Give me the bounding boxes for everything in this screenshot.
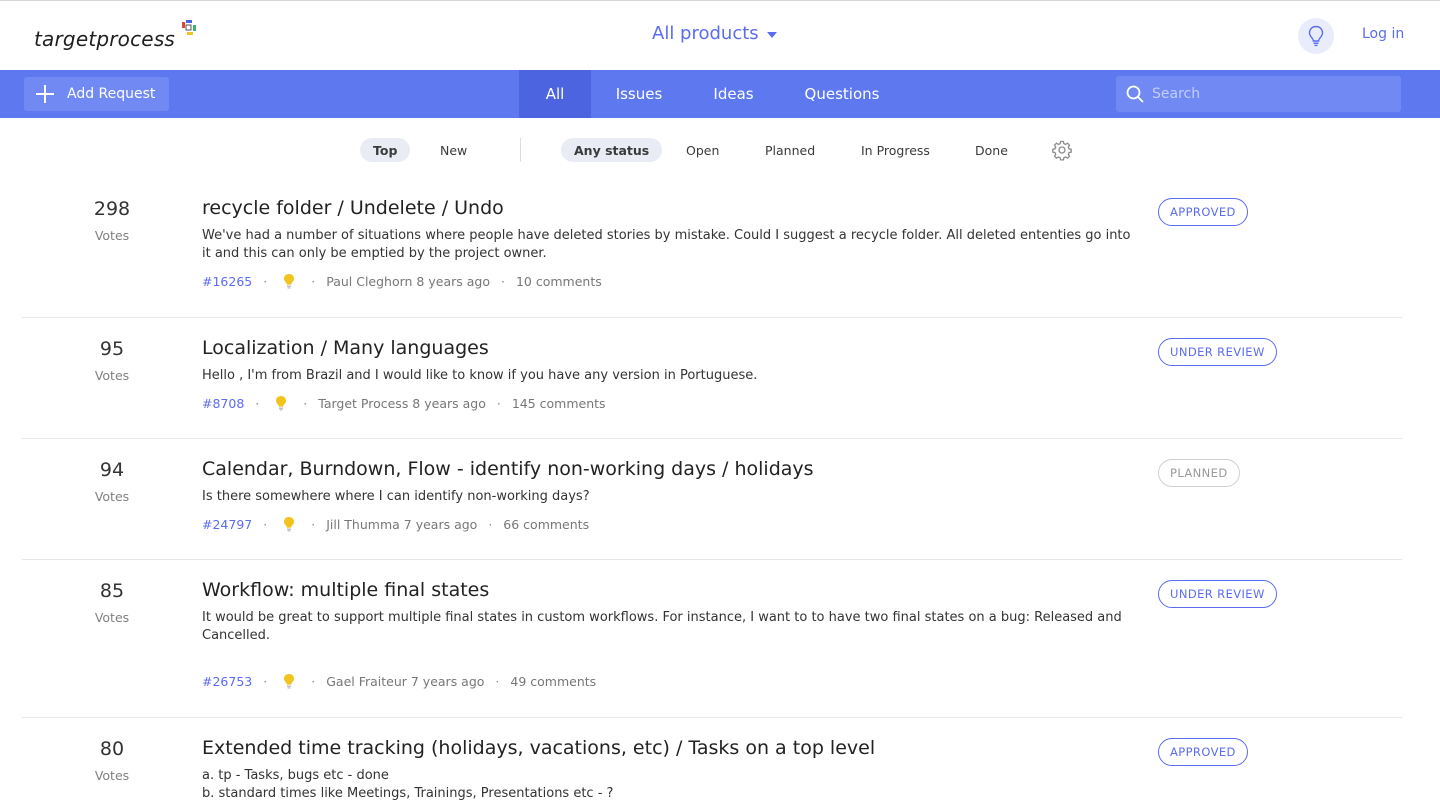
- request-description: Hello , I'm from Brazil and I would like…: [202, 368, 758, 383]
- sort-top[interactable]: Top: [360, 138, 411, 162]
- vote-number: 94: [99, 459, 125, 481]
- search-icon: [1126, 85, 1144, 103]
- lightbulb-icon: [1308, 25, 1324, 47]
- request-meta: #16265 · · Paul Cleghorn 8 years ago · 1…: [202, 273, 602, 289]
- idea-bulb-icon: [284, 674, 295, 689]
- tab-questions[interactable]: Questions: [794, 70, 890, 118]
- ideas-bulb-button[interactable]: [1298, 18, 1334, 54]
- vote-number: 80: [99, 738, 125, 760]
- description-line: a. tp - Tasks, bugs etc - done: [202, 768, 389, 783]
- main-navbar: Add Request All Issues Ideas Questions: [0, 70, 1440, 118]
- request-description: It would be great to support multiple fi…: [202, 610, 1122, 643]
- request-description: a. tp - Tasks, bugs etc - done b. standa…: [202, 767, 1142, 800]
- request-meta: #24797 · · Jill Thumma 7 years ago · 66 …: [202, 516, 590, 532]
- idea-bulb-icon: [276, 396, 287, 411]
- status-badge: PLANNED: [1158, 459, 1240, 487]
- vote-label: Votes: [94, 228, 130, 243]
- status-badge: UNDER REVIEW: [1158, 338, 1277, 366]
- top-header: targetprocess All products Log in: [0, 0, 1440, 70]
- request-item[interactable]: 94 Votes Calendar, Burndown, Flow - iden…: [22, 439, 1402, 560]
- gear-icon[interactable]: [1051, 139, 1073, 161]
- filter-bar: Top New Any status Open Planned In Progr…: [0, 136, 1440, 164]
- request-id-link[interactable]: #8708: [202, 396, 244, 411]
- add-request-label: Add Request: [67, 86, 156, 102]
- vote-count[interactable]: 85 Votes: [72, 580, 152, 625]
- vote-number: 95: [99, 338, 125, 360]
- request-item[interactable]: 95 Votes Localization / Many languages H…: [22, 318, 1402, 439]
- author-time: Gael Fraiteur 7 years ago: [326, 673, 485, 689]
- request-item[interactable]: 298 Votes recycle folder / Undelete / Un…: [22, 184, 1402, 318]
- targetprocess-logo[interactable]: targetprocess: [34, 20, 201, 51]
- request-meta: #26753 · · Gael Fraiteur 7 years ago · 4…: [202, 673, 597, 689]
- comments-count[interactable]: 10 comments: [516, 274, 602, 289]
- request-description: Is there somewhere where I can identify …: [202, 489, 590, 504]
- vote-number: 85: [99, 580, 125, 602]
- author-time: Target Process 8 years ago: [318, 395, 486, 411]
- vote-label: Votes: [94, 768, 130, 783]
- status-any[interactable]: Any status: [561, 138, 663, 162]
- idea-bulb-icon: [284, 274, 295, 289]
- vote-count[interactable]: 298 Votes: [72, 198, 152, 243]
- logo-mark-icon: [182, 20, 197, 35]
- comments-count[interactable]: 66 comments: [503, 517, 589, 532]
- request-meta: #8708 · · Target Process 8 years ago · 1…: [202, 395, 606, 411]
- add-request-button[interactable]: Add Request: [24, 77, 169, 111]
- request-description: We've had a number of situations where p…: [202, 228, 1131, 261]
- status-done[interactable]: Done: [962, 138, 1021, 162]
- search-input[interactable]: [1152, 86, 1392, 102]
- status-open[interactable]: Open: [673, 138, 732, 162]
- status-planned[interactable]: Planned: [752, 138, 828, 162]
- vote-number: 298: [93, 198, 131, 220]
- request-title[interactable]: Calendar, Burndown, Flow - identify non-…: [202, 458, 1142, 480]
- tab-all[interactable]: All: [519, 70, 591, 118]
- vote-count[interactable]: 80 Votes: [72, 738, 152, 783]
- request-title[interactable]: Extended time tracking (holidays, vacati…: [202, 737, 1142, 759]
- vote-label: Votes: [94, 489, 130, 504]
- description-line: b. standard times like Meetings, Trainin…: [202, 786, 614, 800]
- vote-label: Votes: [94, 368, 130, 383]
- tab-ideas[interactable]: Ideas: [700, 70, 767, 118]
- request-title[interactable]: recycle folder / Undelete / Undo: [202, 197, 1142, 219]
- idea-bulb-icon: [284, 517, 295, 532]
- sort-new[interactable]: New: [427, 138, 480, 162]
- caret-down-icon: [766, 31, 777, 38]
- vote-count[interactable]: 95 Votes: [72, 338, 152, 383]
- request-id-link[interactable]: #24797: [202, 517, 252, 532]
- search-box[interactable]: [1116, 76, 1401, 112]
- request-item[interactable]: 85 Votes Workflow: multiple final states…: [22, 560, 1402, 718]
- author-time: Jill Thumma 7 years ago: [326, 516, 478, 532]
- plus-icon: [36, 85, 54, 103]
- request-title[interactable]: Workflow: multiple final states: [202, 579, 1142, 601]
- author-time: Paul Cleghorn 8 years ago: [326, 273, 490, 289]
- request-title[interactable]: Localization / Many languages: [202, 337, 1142, 359]
- vote-count[interactable]: 94 Votes: [72, 459, 152, 504]
- login-link[interactable]: Log in: [1362, 26, 1404, 42]
- comments-count[interactable]: 49 comments: [510, 674, 596, 689]
- request-id-link[interactable]: #26753: [202, 674, 252, 689]
- request-id-link[interactable]: #16265: [202, 274, 252, 289]
- filter-divider: [520, 138, 521, 162]
- logo-text: targetprocess: [34, 27, 176, 51]
- status-badge: UNDER REVIEW: [1158, 580, 1277, 608]
- comments-count[interactable]: 145 comments: [512, 396, 606, 411]
- request-item[interactable]: 80 Votes Extended time tracking (holiday…: [22, 718, 1402, 800]
- status-in-progress[interactable]: In Progress: [848, 138, 943, 162]
- all-products-dropdown[interactable]: All products: [652, 23, 777, 44]
- tab-issues[interactable]: Issues: [603, 70, 675, 118]
- status-badge: APPROVED: [1158, 738, 1248, 766]
- status-badge: APPROVED: [1158, 198, 1248, 226]
- products-label: All products: [652, 23, 759, 44]
- vote-label: Votes: [94, 610, 130, 625]
